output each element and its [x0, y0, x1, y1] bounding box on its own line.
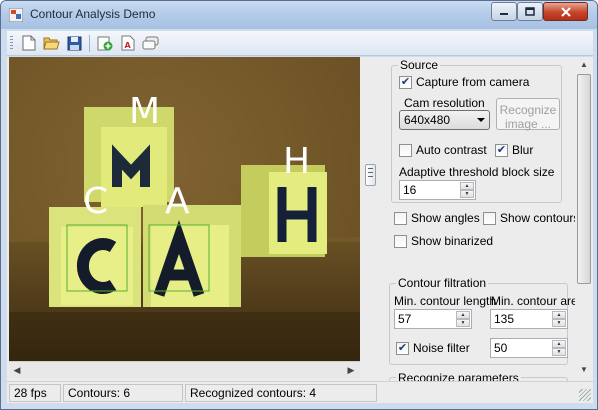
new-icon — [22, 35, 35, 51]
auto-contrast-label: Auto contrast — [416, 143, 487, 157]
blur-label: Blur — [512, 143, 534, 157]
title-bar[interactable]: Contour Analysis Demo — [1, 1, 597, 29]
threshold-label: Adaptive threshold block size — [399, 165, 555, 179]
app-icon — [9, 8, 23, 22]
stepper-arrows-icon[interactable]: ▲ ▼ — [552, 340, 566, 356]
recognized-contours-status: Recognized contours: 4 — [185, 384, 377, 402]
maximize-icon — [525, 6, 535, 16]
checkmark-icon: ✔ — [396, 341, 409, 355]
checkbox-icon — [394, 211, 407, 225]
scrollbar-thumb[interactable] — [577, 74, 591, 284]
min-contour-area-stepper[interactable]: 135 ▲ ▼ — [490, 309, 568, 329]
show-binarized-checkbox[interactable]: Show binarized — [394, 234, 493, 248]
recognized-label-c: C — [83, 181, 109, 222]
checkmark-icon: ✔ — [399, 75, 412, 89]
pdf-icon: A — [121, 35, 134, 51]
min-contour-length-value: 57 — [398, 312, 412, 326]
panel-vertical-scrollbar[interactable]: ▲ ▼ — [575, 57, 593, 381]
minimize-icon — [500, 12, 508, 15]
close-icon — [560, 6, 571, 17]
svg-text:A: A — [124, 41, 131, 50]
chevron-down-icon — [477, 118, 485, 122]
blur-checkbox[interactable]: ✔ Blur — [495, 143, 533, 157]
pdf-button[interactable]: A — [118, 34, 137, 52]
show-angles-label: Show angles — [411, 211, 480, 225]
noise-filter-label: Noise filter — [413, 341, 470, 355]
contours-status: Contours: 6 — [63, 384, 183, 402]
app-window: Contour Analysis Demo A M C A H ◀ ▶ Sour… — [0, 0, 598, 410]
recognized-label-a: A — [165, 181, 190, 222]
show-contours-checkbox[interactable]: Show contours — [483, 211, 579, 225]
scroll-right-icon[interactable]: ▶ — [346, 365, 356, 375]
add-template-button[interactable] — [95, 34, 114, 52]
threshold-value: 16 — [403, 183, 417, 197]
show-contours-label: Show contours — [500, 211, 580, 225]
open-button[interactable] — [42, 34, 61, 52]
recognize-image-button[interactable]: Recognize image ... — [496, 98, 560, 131]
client-area: M C A H ◀ ▶ Source ✔ Capture from camera… — [7, 57, 593, 397]
toolbar-grip[interactable] — [10, 36, 13, 51]
splitter[interactable] — [360, 57, 384, 381]
fps-status: 28 fps — [9, 384, 61, 402]
checkbox-icon — [483, 211, 496, 225]
min-contour-area-value: 135 — [494, 312, 515, 326]
add-template-icon — [97, 36, 112, 51]
noise-filter-checkbox[interactable]: ✔ Noise filter — [396, 341, 470, 355]
recognized-label-m: M — [129, 91, 161, 132]
scroll-left-icon[interactable]: ◀ — [12, 365, 22, 375]
scroll-down-icon[interactable]: ▼ — [578, 365, 590, 377]
noise-filter-value: 50 — [494, 341, 508, 355]
noise-filter-stepper[interactable]: 50 ▲ ▼ — [490, 338, 568, 358]
stepper-arrows-icon[interactable]: ▲ ▼ — [552, 311, 566, 327]
checkbox-icon — [399, 143, 412, 157]
cam-resolution-select[interactable]: 640x480 — [399, 110, 490, 130]
show-angles-checkbox[interactable]: Show angles — [394, 211, 480, 225]
templates-icon — [142, 36, 158, 50]
threshold-stepper[interactable]: 16 ▲ ▼ — [399, 180, 476, 200]
scroll-up-icon[interactable]: ▲ — [578, 60, 590, 72]
camera-horizontal-scrollbar[interactable]: ◀ ▶ — [9, 361, 360, 378]
checkbox-icon — [394, 234, 407, 248]
toolbar: A — [7, 31, 593, 56]
stepper-arrows-icon[interactable]: ▲ ▼ — [460, 182, 474, 198]
min-contour-area-label: Min. contour area — [491, 294, 585, 308]
contour-filtration-label: Contour filtration — [396, 276, 489, 290]
new-button[interactable] — [19, 34, 38, 52]
save-button[interactable] — [65, 34, 84, 52]
camera-view[interactable]: M C A H — [9, 57, 360, 361]
settings-panel: Source ✔ Capture from camera Cam resolut… — [384, 57, 584, 397]
recognized-label-h: H — [283, 141, 311, 182]
show-binarized-label: Show binarized — [411, 234, 494, 248]
capture-from-camera-label: Capture from camera — [416, 75, 530, 89]
window-title: Contour Analysis Demo — [30, 7, 156, 21]
templates-button[interactable] — [141, 34, 160, 52]
checkmark-icon: ✔ — [495, 143, 508, 157]
toolbar-separator — [89, 35, 90, 52]
min-contour-length-label: Min. contour length — [394, 294, 497, 308]
min-contour-length-stepper[interactable]: 57 ▲ ▼ — [394, 309, 472, 329]
minimize-button[interactable] — [491, 2, 517, 21]
stepper-arrows-icon[interactable]: ▲ ▼ — [456, 311, 470, 327]
save-icon — [67, 36, 82, 50]
close-button[interactable] — [543, 2, 588, 21]
open-icon — [43, 37, 60, 50]
status-bar: 28 fps Contours: 6 Recognized contours: … — [7, 381, 593, 403]
auto-contrast-checkbox[interactable]: Auto contrast — [399, 143, 487, 157]
block-a — [143, 205, 241, 307]
source-group-label: Source — [398, 58, 441, 72]
splitter-grip-icon[interactable] — [365, 164, 376, 186]
capture-from-camera-checkbox[interactable]: ✔ Capture from camera — [399, 75, 529, 89]
maximize-button[interactable] — [517, 2, 543, 21]
resize-grip-icon[interactable] — [579, 389, 591, 401]
cam-resolution-value: 640x480 — [404, 113, 451, 127]
cam-resolution-label: Cam resolution — [404, 96, 485, 110]
